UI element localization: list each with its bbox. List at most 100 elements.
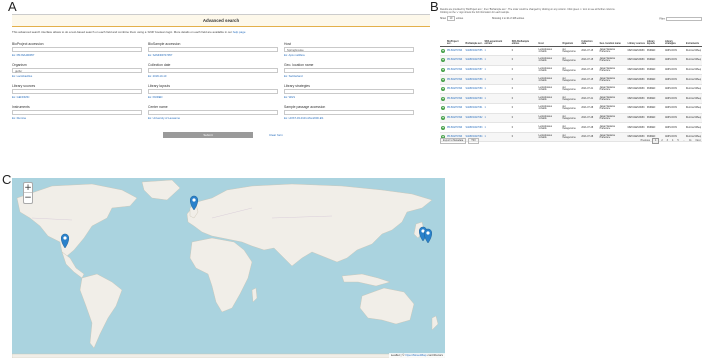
column-header[interactable]: BioProject acc. xyxy=(446,32,465,47)
table-cell: gut metagenome xyxy=(561,65,581,76)
column-header[interactable]: Instruments xyxy=(684,32,702,47)
expand-plus-icon[interactable]: + xyxy=(441,58,445,63)
expand-plus-icon[interactable]: + xyxy=(441,96,445,101)
table-cell[interactable]: 1 xyxy=(483,74,511,85)
zoom-in-button[interactable]: + xyxy=(24,183,32,193)
table-cell[interactable]: SAMN30427063 xyxy=(464,122,484,133)
table-cell[interactable]: 1 xyxy=(483,55,511,66)
expand-plus-icon[interactable]: + xyxy=(441,115,445,120)
field-input[interactable] xyxy=(148,47,278,52)
attribution-prefix: Leaflet | © xyxy=(390,353,405,357)
table-cell[interactable]: PRJNA871593 xyxy=(446,103,465,114)
table-cell[interactable]: PRJNA871593 xyxy=(446,65,465,76)
column-header[interactable]: Geo. location name xyxy=(598,32,627,47)
pager-page[interactable]: … xyxy=(681,139,686,143)
search-field: Geo. location name Ex: Switzerland xyxy=(284,63,414,78)
export-button[interactable]: TSV xyxy=(468,138,479,144)
world-map[interactable] xyxy=(12,178,445,358)
export-buttons: Export to Metadata TSV xyxy=(440,138,481,144)
table-cell[interactable]: SAMN30427057 xyxy=(464,65,484,76)
table-cell[interactable]: PRJNA871593 xyxy=(446,46,465,57)
field-input[interactable] xyxy=(12,47,142,52)
pager-page[interactable]: 3 xyxy=(665,139,669,143)
column-header[interactable]: SRA BioSample entries xyxy=(510,32,538,47)
search-field: Center name Ex: University of Lausanne xyxy=(148,105,278,120)
entries-select[interactable]: 10 xyxy=(446,16,456,21)
pager-page[interactable]: 4 xyxy=(671,139,675,143)
advanced-search-panel: Advanced search This advanced search int… xyxy=(12,14,430,174)
search-field: BioProject accession Ex: PRJNA490957 xyxy=(12,42,142,57)
antarctica-land xyxy=(12,353,445,358)
search-field: Library layouts Ex: PAIRED xyxy=(148,84,278,99)
field-example: Ex: PAIRED xyxy=(148,96,163,99)
clear-form-link[interactable]: Clear form xyxy=(269,133,283,137)
column-header[interactable]: Organism xyxy=(561,32,581,47)
field-input[interactable] xyxy=(148,110,278,115)
submit-button[interactable]: Submit xyxy=(163,132,253,138)
expand-plus-icon[interactable]: + xyxy=(441,125,445,130)
osm-link[interactable]: OpenStreetMap xyxy=(405,353,426,357)
field-input[interactable]: gutfur xyxy=(12,68,142,73)
field-example: Ex: University of Lausanne xyxy=(148,117,180,120)
table-cell[interactable]: SAMN30427058 xyxy=(464,74,484,85)
table-cell[interactable]: 1 xyxy=(483,122,511,133)
pager-page[interactable]: 5 xyxy=(676,139,680,143)
pager-page[interactable]: 2 xyxy=(660,139,664,143)
map-panel[interactable]: + − Leaflet | © OpenStreetMap contributo… xyxy=(12,178,445,358)
column-header[interactable]: SRA experiment entries xyxy=(483,32,511,47)
expand-plus-icon[interactable]: + xyxy=(441,48,445,53)
table-cell[interactable]: SAMN30427055 xyxy=(464,46,484,57)
table-cell: gut metagenome xyxy=(561,103,581,114)
export-button[interactable]: Export to Metadata xyxy=(440,138,467,144)
field-input[interactable] xyxy=(284,89,414,94)
column-header[interactable]: Library strategies xyxy=(663,32,685,47)
field-input[interactable] xyxy=(12,110,142,115)
table-cell: Leptoglossus zonatus xyxy=(537,93,562,105)
table-cell[interactable]: 1 xyxy=(483,93,511,105)
expand-plus-icon[interactable]: + xyxy=(441,87,445,92)
filter-input[interactable] xyxy=(666,17,702,21)
table-cell[interactable]: SAMN30427060 xyxy=(464,93,484,105)
field-input[interactable] xyxy=(148,68,278,73)
pager-previous[interactable]: Previous xyxy=(639,139,651,143)
field-input[interactable] xyxy=(12,89,142,94)
column-header[interactable]: Collection date xyxy=(580,32,599,47)
expand-plus-icon[interactable]: + xyxy=(441,106,445,111)
table-cell[interactable]: 1 xyxy=(483,103,511,114)
field-input[interactable] xyxy=(284,68,414,73)
table-cell: 2021-07-15 xyxy=(580,46,599,57)
field-input[interactable] xyxy=(148,89,278,94)
table-cell[interactable]: 1 xyxy=(483,65,511,76)
table-cell[interactable]: 1 xyxy=(483,46,511,57)
column-header[interactable]: Library sources xyxy=(626,32,646,47)
zoom-out-button[interactable]: − xyxy=(24,193,32,203)
field-input[interactable] xyxy=(284,110,414,115)
table-cell[interactable]: PRJNA871593 xyxy=(446,84,465,95)
search-description-text: This advanced search interface allows to… xyxy=(12,30,232,34)
table-cell[interactable]: SAMN30427059 xyxy=(464,84,484,95)
pager-page[interactable]: 11 xyxy=(688,139,693,143)
table-cell[interactable]: PRJNA871593 xyxy=(446,74,465,85)
column-header[interactable]: BioSample acc. xyxy=(464,32,484,47)
expand-plus-icon[interactable]: + xyxy=(441,77,445,82)
table-cell[interactable]: PRJNA871593 xyxy=(446,55,465,66)
help-page-link[interactable]: help page xyxy=(233,30,246,34)
table-cell[interactable]: 1 xyxy=(483,113,511,124)
table-cell[interactable]: PRJNA871593 xyxy=(446,122,465,133)
column-header[interactable]: Host xyxy=(537,32,562,47)
table-cell[interactable]: PRJNA871593 xyxy=(446,93,465,105)
table-cell: 2021-07-21 xyxy=(580,93,599,105)
table-cell: 0 xyxy=(510,74,538,85)
column-header[interactable]: Library layouts xyxy=(645,32,664,47)
table-cell[interactable]: SAMN30427061 xyxy=(464,103,484,114)
table-cell[interactable]: PRJNA871593 xyxy=(446,113,465,124)
expand-plus-icon[interactable]: + xyxy=(441,67,445,72)
pager-next[interactable]: Next xyxy=(694,139,702,143)
field-input[interactable]: Springbrooke xyxy=(284,47,414,52)
pager-page[interactable]: 1 xyxy=(652,138,659,144)
show-label: Show xyxy=(440,17,446,20)
table-cell[interactable]: SAMN30427062 xyxy=(464,113,484,124)
map-pin-icon[interactable] xyxy=(424,228,432,244)
table-cell[interactable]: SAMN30427056 xyxy=(464,55,484,66)
table-cell[interactable]: 1 xyxy=(483,84,511,95)
